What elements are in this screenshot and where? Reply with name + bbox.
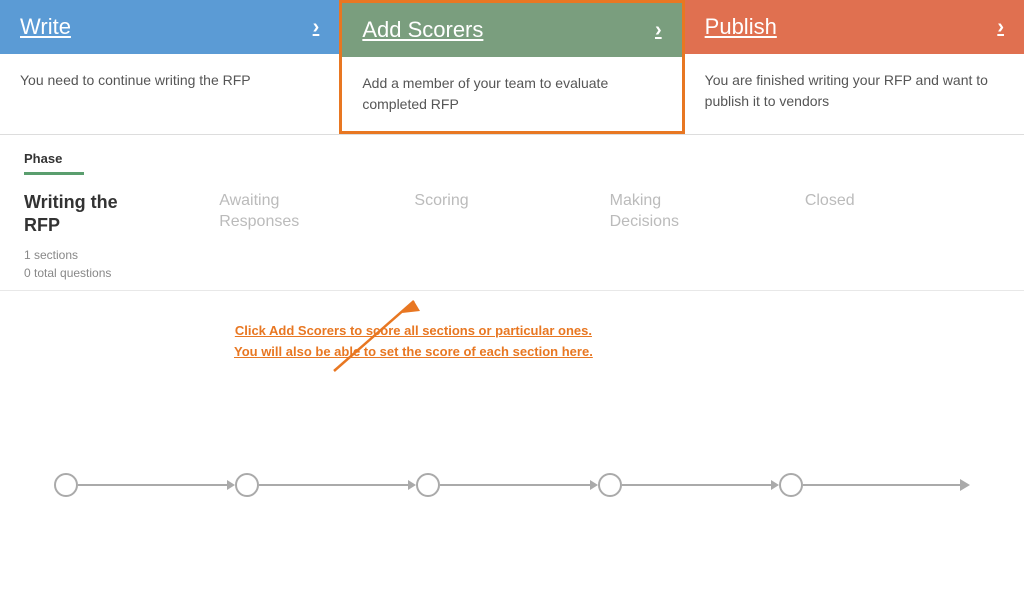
phase-step-writing-name: Writing theRFP [24, 191, 219, 238]
card-write[interactable]: Write › You need to continue writing the… [0, 0, 339, 134]
add-scorers-card-title: Add Scorers [362, 17, 483, 43]
phase-step-scoring: Scoring [414, 191, 609, 212]
publish-card-header[interactable]: Publish › [685, 0, 1024, 54]
timeline-segment-2 [259, 480, 416, 490]
timeline-segment-3 [440, 480, 597, 490]
publish-card-body: You are finished writing your RFP and wa… [685, 54, 1024, 134]
timeline-segment-5 [803, 484, 960, 486]
phase-step-writing: Writing theRFP 1 sections0 total questio… [24, 191, 219, 282]
annotation-line2: You will also be able to set the score o… [234, 344, 593, 359]
mini-arrow-2 [408, 480, 416, 490]
write-card-title: Write [20, 14, 71, 40]
timeline-dot-1 [54, 473, 78, 497]
phase-step-awaiting-name: AwaitingResponses [219, 191, 414, 233]
timeline-dot-5 [779, 473, 803, 497]
timeline-dot-4 [598, 473, 622, 497]
phase-step-closed-name: Closed [805, 191, 1000, 212]
write-card-text: You need to continue writing the RFP [20, 72, 251, 88]
write-card-body: You need to continue writing the RFP [0, 54, 339, 134]
phase-label: Phase [24, 151, 1000, 166]
publish-card-text: You are finished writing your RFP and wa… [705, 72, 988, 109]
add-scorers-card-header[interactable]: Add Scorers › [342, 3, 681, 57]
annotation-text: Click Add Scorers to score all sections … [234, 321, 593, 363]
timeline-dot-3 [416, 473, 440, 497]
add-scorers-chevron: › [655, 19, 662, 42]
arrow-annotation: Click Add Scorers to score all sections … [24, 291, 1000, 381]
card-add-scorers[interactable]: Add Scorers › Add a member of your team … [339, 0, 684, 134]
add-scorers-card-text: Add a member of your team to evaluate co… [362, 75, 608, 112]
timeline-dot-2 [235, 473, 259, 497]
phase-step-making-decisions: MakingDecisions [610, 191, 805, 233]
bottom-section: Phase Writing theRFP 1 sections0 total q… [0, 135, 1024, 589]
mini-arrow-3 [590, 480, 598, 490]
page-container: Write › You need to continue writing the… [0, 0, 1024, 589]
phase-steps: Writing theRFP 1 sections0 total questio… [24, 191, 1000, 282]
timeline-segment-1 [78, 480, 235, 490]
timeline-end-arrow [960, 479, 970, 491]
phase-step-making-decisions-name: MakingDecisions [610, 191, 805, 233]
write-card-header[interactable]: Write › [0, 0, 339, 54]
phase-step-writing-info: 1 sections0 total questions [24, 246, 219, 282]
publish-chevron: › [997, 16, 1004, 39]
timeline [54, 473, 970, 497]
timeline-section [24, 381, 1000, 589]
annotation-line1: Click Add Scorers to score all sections … [235, 323, 592, 338]
phase-section: Phase Writing theRFP 1 sections0 total q… [0, 135, 1024, 291]
action-cards: Write › You need to continue writing the… [0, 0, 1024, 135]
phase-underline [24, 172, 84, 175]
publish-card-title: Publish [705, 14, 777, 40]
annotation-area: Click Add Scorers to score all sections … [0, 291, 1024, 589]
add-scorers-card-body: Add a member of your team to evaluate co… [342, 57, 681, 131]
phase-step-awaiting: AwaitingResponses [219, 191, 414, 233]
mini-arrow-4 [771, 480, 779, 490]
timeline-segment-4 [622, 480, 779, 490]
phase-step-closed: Closed [805, 191, 1000, 212]
phase-step-scoring-name: Scoring [414, 191, 609, 212]
mini-arrow-1 [227, 480, 235, 490]
card-publish[interactable]: Publish › You are finished writing your … [685, 0, 1024, 134]
write-chevron: › [313, 16, 320, 39]
